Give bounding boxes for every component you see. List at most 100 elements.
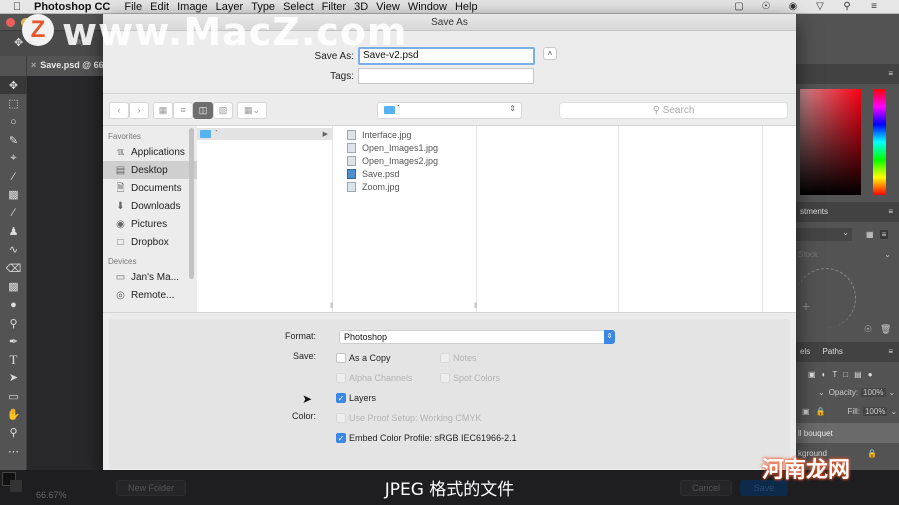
format-dropdown[interactable]: Photoshop ⇕ [339,330,615,344]
more-tools-icon[interactable]: ⋯ [0,442,27,460]
back-button[interactable]: ‹ [109,102,129,119]
layers-checkbox[interactable]: ✓ Layers [336,393,376,403]
as-a-copy-checkbox[interactable]: As a Copy [336,353,391,363]
creative-cloud-icon[interactable]: ☉ [759,1,773,12]
type-tool[interactable]: T [0,350,27,368]
screen-record-icon[interactable]: ◉ [786,1,800,12]
path-select-tool[interactable]: ➤ [0,369,27,387]
notification-list-icon[interactable]: ≡ [867,1,881,12]
close-window-button[interactable] [6,18,15,27]
crop-tool[interactable]: ⌖ [0,149,27,167]
add-icon[interactable]: + [802,298,810,314]
move-tool[interactable]: ✥ [0,76,27,95]
library-dropdown[interactable]: ⌄ [796,227,852,241]
color-picker-field[interactable] [800,89,861,195]
column-view-button[interactable]: ◫ [193,102,213,119]
column-resize-handle[interactable]: ‖ [474,303,477,310]
hand-tool[interactable]: ✋ [0,405,27,423]
sidebar-item-downloads[interactable]: ⬇ Downloads [103,197,197,215]
quick-select-tool[interactable]: ✎ [0,131,27,149]
panel-menu-icon[interactable]: ≡ [888,207,893,216]
pen-tool[interactable]: ✒ [0,332,27,350]
alpha-channels-checkbox[interactable]: Alpha Channels [336,373,413,383]
cover-flow-button[interactable]: ▧ [213,102,233,119]
adjustments-tab[interactable]: stments [800,207,828,216]
tab-layers[interactable]: els [800,347,810,356]
list-item[interactable]: Save.psd [339,168,476,180]
healing-brush-tool[interactable]: ▩ [0,186,27,204]
arrange-button[interactable]: ▦⌄ [237,102,267,119]
display-icon[interactable]: ▢ [732,1,746,12]
list-item[interactable]: Open_Images2.jpg [339,155,476,167]
use-proof-setup-checkbox[interactable]: Use Proof Setup: Working CMYK [336,413,481,423]
stock-dropdown[interactable]: Stock [798,250,818,259]
sidebar-item-applications[interactable]: ℼ Applications [103,143,197,161]
column-resize-handle[interactable]: ‖ [330,303,333,310]
tags-input[interactable] [358,68,534,84]
hue-slider[interactable] [873,89,886,195]
sidebar-item-remote-disc[interactable]: ◎ Remote... [103,286,197,304]
layer-row[interactable]: ll bouquet [796,423,899,443]
menu-window[interactable]: Window [408,1,455,13]
icon-view-button[interactable]: ▦ [153,102,173,119]
adjustment-filter-icon[interactable]: ◐ [822,370,827,379]
location-popup[interactable]: ` ⇕ [377,102,522,119]
search-field[interactable]: ⚲ Search [559,102,788,119]
sidebar-scrollbar[interactable] [189,128,194,279]
dodge-tool[interactable]: ⚲ [0,314,27,332]
shape-filter-icon[interactable]: □ [843,370,848,379]
history-brush-tool[interactable]: ∿ [0,241,27,259]
rectangle-tool[interactable]: ▭ [0,387,27,405]
sidebar-item-computer[interactable]: ▭ Jan's Ma... [103,268,197,286]
zoom-tool[interactable]: ⚲ [0,424,27,442]
list-item[interactable]: ` ▶ [197,128,332,140]
creative-cloud-icon[interactable]: ☉ [864,324,872,335]
filter-toggle-icon[interactable]: ● [868,370,873,379]
fill-value[interactable]: 100% [862,407,888,416]
trash-icon[interactable]: 🗑 [880,324,891,335]
lock-artboard-icon[interactable]: ▣ [802,407,810,416]
gradient-tool[interactable]: ▩ [0,277,27,295]
lasso-tool[interactable]: ○ [0,113,27,131]
brush-tool[interactable]: ∕ [0,204,27,222]
document-canvas[interactable] [27,76,103,470]
sidebar-item-desktop[interactable]: ▤ Desktop [103,161,197,179]
apple-icon[interactable]:  [0,1,34,13]
panel-menu-icon[interactable]: ≡ [888,347,893,356]
marquee-tool[interactable]: ⬚ [0,94,27,112]
menu-help[interactable]: Help [455,1,486,13]
sidebar-item-pictures[interactable]: ◉ Pictures [103,215,197,233]
embed-color-profile-checkbox[interactable]: ✓ Embed Color Profile: sRGB IEC61966-2.1 [336,433,517,443]
spotlight-search-icon[interactable]: ⚲ [840,1,854,12]
pixel-filter-icon[interactable]: ▣ [808,370,816,379]
panel-menu-icon[interactable]: ≡ [888,69,893,78]
document-tab[interactable]: × Save.psd @ 66 [27,56,103,76]
list-item[interactable]: Zoom.jpg [339,181,476,193]
blur-tool[interactable]: ● [0,296,27,314]
smart-object-filter-icon[interactable]: ▤ [854,370,862,379]
forward-button[interactable]: › [129,102,149,119]
list-item[interactable]: Open_Images1.jpg [339,142,476,154]
spot-colors-checkbox[interactable]: Spot Colors [440,373,500,383]
close-tab-icon[interactable]: × [31,60,36,70]
opacity-value[interactable]: 100% [861,388,886,397]
blend-chevron-icon[interactable]: ⌄ [818,388,825,397]
eyedropper-tool[interactable]: ∕ [0,167,27,185]
list-view-button[interactable]: ≡ [173,102,193,119]
sidebar-item-documents[interactable]: 🗎 Documents [103,179,197,197]
grid-view-icon[interactable]: ▦ [866,230,874,239]
tab-paths[interactable]: Paths [822,347,842,356]
sidebar-item-dropbox[interactable]: □ Dropbox [103,233,197,251]
notes-checkbox[interactable]: Notes [440,353,477,363]
clone-stamp-tool[interactable]: ♟ [0,222,27,240]
type-filter-icon[interactable]: T [832,370,837,379]
collapse-dialog-button[interactable]: ˄ [543,47,557,60]
chevron-down-icon[interactable]: ⌄ [889,388,896,397]
chevron-down-icon[interactable]: ⌄ [890,407,897,416]
eraser-tool[interactable]: ⌫ [0,259,27,277]
list-view-icon[interactable]: ≡ [879,229,889,239]
lock-all-icon[interactable]: 🔒 [816,407,826,416]
move-tool-icon[interactable]: ✥ [14,36,23,49]
wifi-icon[interactable]: ▽ [813,1,827,12]
list-item[interactable]: Interface.jpg [339,129,476,141]
